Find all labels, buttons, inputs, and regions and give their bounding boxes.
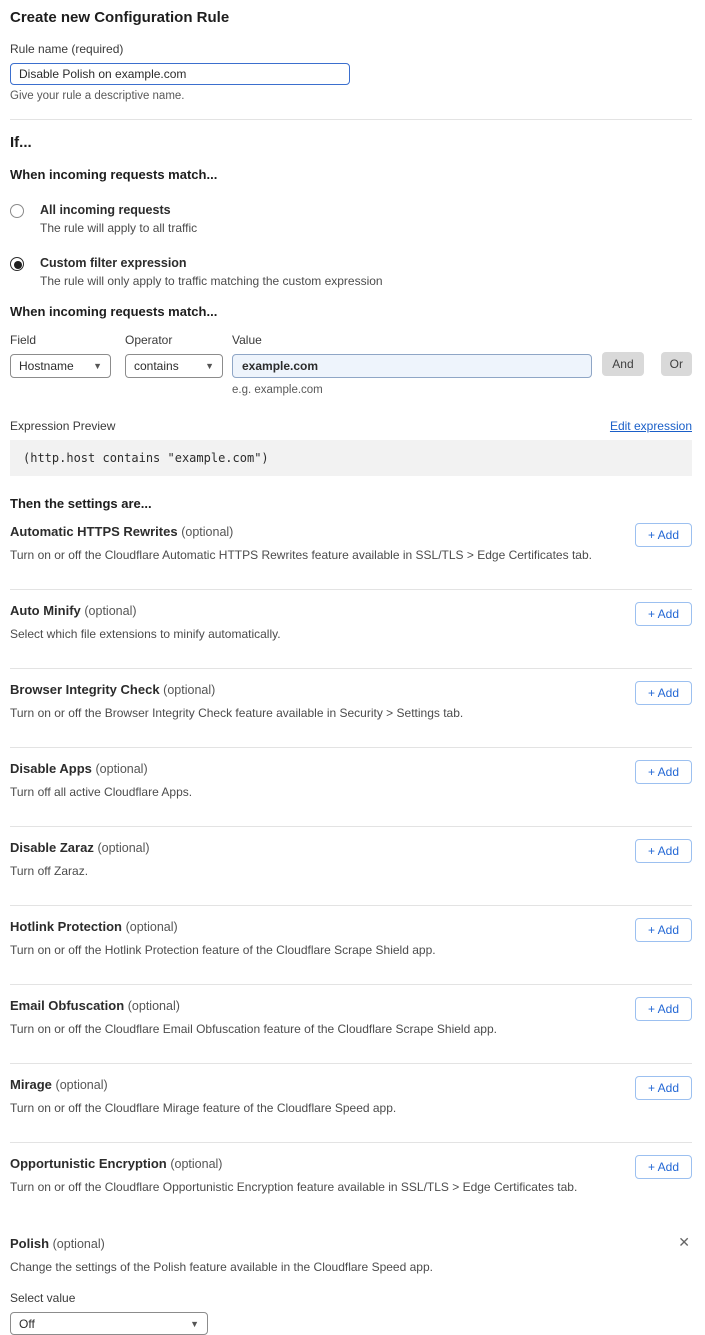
field-select[interactable]: Hostname ▼	[10, 354, 111, 378]
optional-label: (optional)	[126, 920, 178, 934]
setting-row: Email Obfuscation (optional) Turn on or …	[10, 985, 692, 1064]
radio-option-description: The rule will apply to all traffic	[40, 221, 197, 235]
optional-label: (optional)	[128, 999, 180, 1013]
setting-row: Mirage (optional) Turn on or off the Clo…	[10, 1064, 692, 1143]
setting-name: Disable Apps (optional)	[10, 761, 692, 776]
and-button[interactable]: And	[602, 352, 643, 376]
add-setting-button[interactable]: + Add	[635, 918, 692, 942]
optional-label: (optional)	[163, 683, 215, 697]
radio-button-all-incoming[interactable]	[10, 204, 24, 218]
radio-option-label: All incoming requests	[40, 203, 197, 217]
add-setting-button[interactable]: + Add	[635, 523, 692, 547]
then-settings-heading: Then the settings are...	[10, 496, 692, 511]
select-value-label: Select value	[10, 1291, 692, 1305]
expression-preview-label: Expression Preview	[10, 419, 115, 433]
setting-row: Auto Minify (optional) Select which file…	[10, 590, 692, 669]
settings-list: Automatic HTTPS Rewrites (optional) Turn…	[10, 511, 692, 1222]
or-button[interactable]: Or	[661, 352, 692, 376]
field-select-value: Hostname	[19, 359, 74, 373]
setting-description: Turn on or off the Cloudflare Opportunis…	[10, 1180, 692, 1194]
optional-label: (optional)	[53, 1237, 105, 1251]
radio-option-label: Custom filter expression	[40, 256, 383, 270]
section-divider	[10, 119, 692, 120]
setting-row: Disable Apps (optional) Turn off all act…	[10, 748, 692, 827]
setting-description: Turn on or off the Browser Integrity Che…	[10, 706, 692, 720]
value-label: Value	[232, 333, 592, 347]
operator-select-value: contains	[134, 359, 179, 373]
add-setting-button[interactable]: + Add	[635, 997, 692, 1021]
optional-label: (optional)	[181, 525, 233, 539]
close-icon[interactable]: ✕	[678, 1235, 690, 1249]
radio-option-custom-filter[interactable]: Custom filter expression The rule will o…	[10, 256, 692, 288]
setting-row: Disable Zaraz (optional) Turn off Zaraz.…	[10, 827, 692, 906]
chevron-down-icon: ▼	[93, 361, 102, 371]
create-configuration-rule-page: Create new Configuration Rule Rule name …	[0, 0, 705, 1301]
edit-expression-link[interactable]: Edit expression	[610, 419, 692, 433]
setting-description: Turn off all active Cloudflare Apps.	[10, 785, 692, 799]
expression-preview-code: (http.host contains "example.com")	[10, 440, 692, 476]
setting-description: Turn on or off the Cloudflare Automatic …	[10, 548, 692, 562]
setting-name: Email Obfuscation (optional)	[10, 998, 692, 1013]
add-setting-button[interactable]: + Add	[635, 1155, 692, 1179]
setting-description: Select which file extensions to minify a…	[10, 627, 692, 641]
setting-name: Disable Zaraz (optional)	[10, 840, 692, 855]
value-helper: e.g. example.com	[232, 384, 592, 396]
optional-label: (optional)	[96, 762, 148, 776]
add-setting-button[interactable]: + Add	[635, 760, 692, 784]
field-label: Field	[10, 333, 111, 347]
setting-row: Browser Integrity Check (optional) Turn …	[10, 669, 692, 748]
optional-label: (optional)	[170, 1157, 222, 1171]
add-setting-button[interactable]: + Add	[635, 602, 692, 626]
radio-option-description: The rule will only apply to traffic matc…	[40, 274, 383, 288]
setting-description: Turn on or off the Cloudflare Email Obfu…	[10, 1022, 692, 1036]
radio-option-all-incoming[interactable]: All incoming requests The rule will appl…	[10, 203, 692, 235]
setting-name: Opportunistic Encryption (optional)	[10, 1156, 692, 1171]
setting-description: Turn off Zaraz.	[10, 864, 692, 878]
chevron-down-icon: ▼	[205, 361, 214, 371]
optional-label: (optional)	[97, 841, 149, 855]
operator-select[interactable]: contains ▼	[125, 354, 223, 378]
setting-row: Opportunistic Encryption (optional) Turn…	[10, 1143, 692, 1222]
setting-row: Hotlink Protection (optional) Turn on or…	[10, 906, 692, 985]
page-title: Create new Configuration Rule	[10, 9, 692, 26]
setting-name: Hotlink Protection (optional)	[10, 919, 692, 934]
rule-name-label: Rule name (required)	[10, 42, 692, 56]
setting-description: Turn on or off the Hotlink Protection fe…	[10, 943, 692, 957]
optional-label: (optional)	[56, 1078, 108, 1092]
add-setting-button[interactable]: + Add	[635, 681, 692, 705]
add-setting-button[interactable]: + Add	[635, 839, 692, 863]
chevron-down-icon: ▼	[190, 1319, 199, 1329]
value-input[interactable]	[232, 354, 592, 378]
setting-row: Automatic HTTPS Rewrites (optional) Turn…	[10, 511, 692, 590]
rule-name-input[interactable]	[10, 63, 350, 85]
optional-label: (optional)	[84, 604, 136, 618]
setting-description: Turn on or off the Cloudflare Mirage fea…	[10, 1101, 692, 1115]
radio-button-custom-filter[interactable]	[10, 257, 24, 271]
if-heading: If...	[10, 134, 692, 151]
setting-name: Browser Integrity Check (optional)	[10, 682, 692, 697]
polish-value-select[interactable]: Off ▼	[10, 1312, 208, 1335]
setting-name: Polish (optional)	[10, 1236, 692, 1251]
incoming-requests-match-label: When incoming requests match...	[10, 167, 692, 182]
setting-name: Automatic HTTPS Rewrites (optional)	[10, 524, 692, 539]
setting-name: Mirage (optional)	[10, 1077, 692, 1092]
polish-setting-row: Polish (optional) ✕ Change the settings …	[10, 1222, 692, 1301]
add-setting-button[interactable]: + Add	[635, 1076, 692, 1100]
operator-label: Operator	[125, 333, 223, 347]
polish-select-value: Off	[19, 1317, 35, 1331]
setting-name: Auto Minify (optional)	[10, 603, 692, 618]
rule-name-helper: Give your rule a descriptive name.	[10, 90, 692, 102]
builder-heading: When incoming requests match...	[10, 304, 692, 319]
